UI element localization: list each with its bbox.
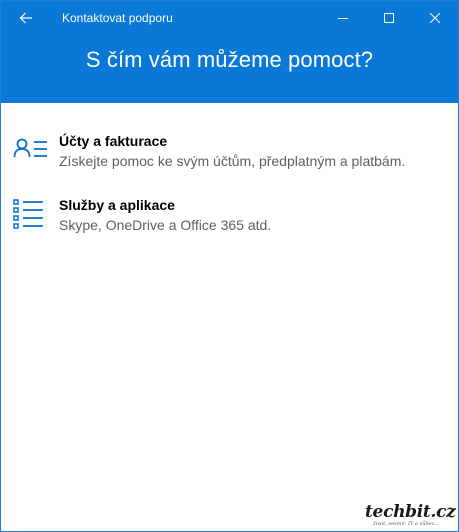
back-arrow-icon [19, 12, 32, 24]
back-button[interactable] [7, 1, 45, 35]
window-title: Kontaktovat podporu [62, 11, 173, 25]
close-button[interactable] [412, 1, 458, 35]
minimize-icon [338, 18, 348, 19]
close-icon [430, 13, 440, 23]
maximize-icon [384, 13, 394, 23]
option-services-apps[interactable]: Služby a aplikace Skype, OneDrive a Offi… [1, 193, 458, 249]
maximize-button[interactable] [366, 1, 412, 35]
option-accounts-billing[interactable]: Účty a fakturace Získejte pomoc ke svým … [1, 129, 458, 185]
app-header: Kontaktovat podporu S čím vám můžeme pom… [1, 1, 458, 103]
option-description: Skype, OneDrive a Office 365 atd. [59, 217, 272, 233]
page-heading: S čím vám můžeme pomoct? [85, 47, 374, 72]
watermark-text: techbit.cz [365, 502, 456, 522]
minimize-button[interactable] [320, 1, 366, 35]
option-title: Služby a aplikace [59, 197, 175, 213]
bulleted-list-icon [13, 199, 43, 229]
person-list-icon [13, 138, 47, 158]
option-title: Účty a fakturace [59, 133, 168, 149]
support-app-window: Kontaktovat podporu S čím vám můžeme pom… [0, 0, 459, 532]
title-bar: Kontaktovat podporu [1, 1, 458, 35]
option-description: Získejte pomoc ke svým účtům, předplatný… [59, 153, 406, 169]
watermark-tagline: život, vesmír, IT a vůbec... [373, 521, 440, 527]
watermark-logo: techbit.cz život, vesmír, IT a vůbec... [365, 502, 456, 530]
